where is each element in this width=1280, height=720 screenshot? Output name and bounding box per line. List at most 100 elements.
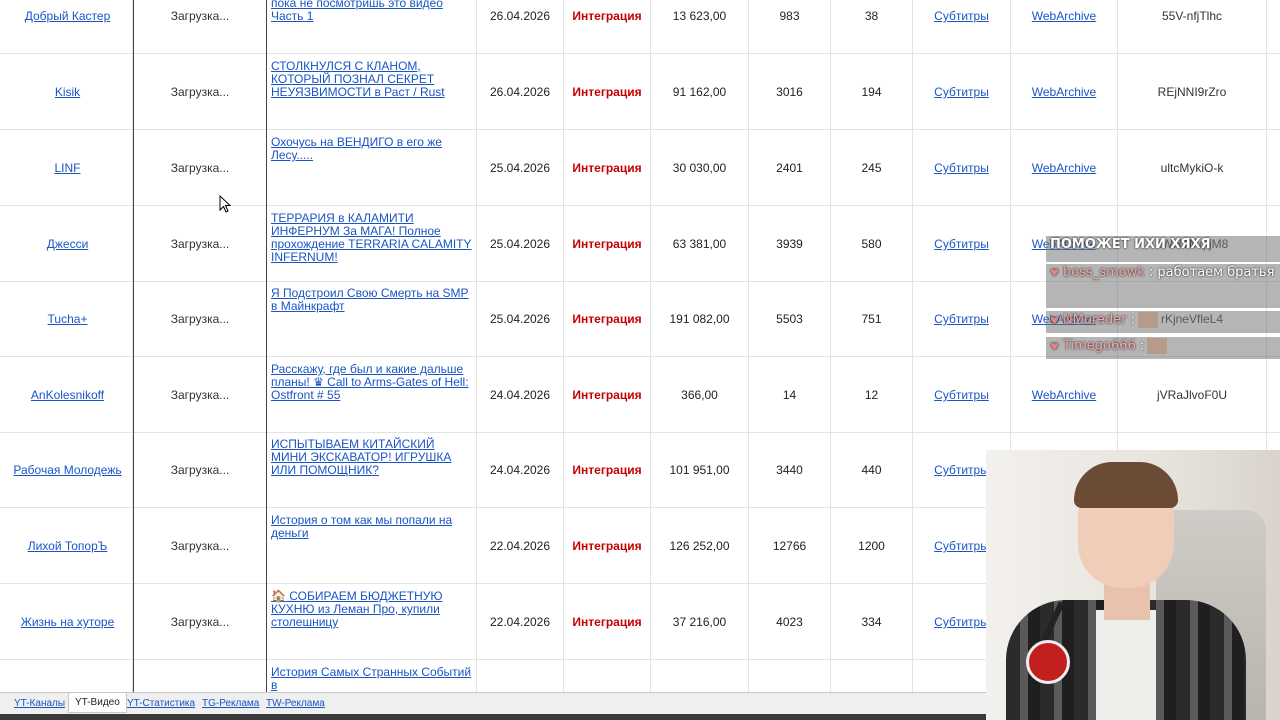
video-title-link[interactable]: 🏠 СОБИРАЕМ БЮДЖЕТНУЮ КУХНЮ из Леман Про,… [271,590,472,629]
views-count: 3016 [776,85,803,99]
webarchive-link[interactable]: WebArchive [1032,161,1096,175]
load-status-cell: Загрузка... [133,357,267,433]
load-status: Загрузка... [170,312,230,326]
channel-link[interactable]: Жизнь на хуторе [21,615,115,629]
video-title-link[interactable]: Охочусь на ВЕНДИГО в его же Лесу..... [271,136,472,162]
table-row: Добрый Кастер Загрузка... НЕ НАЧИНАЙ строи… [0,0,1280,54]
likes-count: 580 [861,237,882,251]
chat-message: ПОМОЖЕТ ИХИ ХЯХЯ [1046,236,1280,262]
publish-date-cell: 25.04.2026 [477,206,564,282]
sheet-tab[interactable]: TG-Реклама [196,696,265,713]
channel-link[interactable]: Джесси [47,237,89,251]
views-count-cell: 983 [749,0,831,54]
subtitles-link-cell: Субтитры [913,0,1011,54]
views-count: 14 [782,388,797,402]
sheet-tab[interactable]: YT-Статистика [121,696,201,713]
chat-text: : работаем братья [1148,265,1275,280]
publish-date-cell: 22.04.2026 [477,584,564,660]
webarchive-link[interactable]: WebArchive [1032,388,1096,402]
integration-status: Интеграция [572,312,642,326]
subtitles-link[interactable]: Субтитры [934,85,989,99]
likes-count-cell: 334 [831,584,913,660]
video-title-link[interactable]: Расскажу, где был и какие дальше планы! … [271,363,472,402]
channel-link[interactable]: Добрый Кастер [25,9,111,23]
heart-icon: ♥ [1050,315,1059,327]
channel-link-cell: Лихой ТопорЪ [3,508,133,584]
load-status: Загрузка... [170,615,230,629]
webarchive-link-cell: WebArchive [1011,0,1118,54]
views-count-cell: 12766 [749,508,831,584]
video-title-link[interactable]: История о том как мы попали на деньги [271,514,472,540]
views-count-cell: 3939 [749,206,831,282]
subtitles-link-cell: Субтитры [913,54,1011,130]
video-id: REjNNI9rZro [1157,85,1227,99]
integration-status-cell: Интеграция [564,54,651,130]
channel-link[interactable]: Лихой ТопорЪ [28,539,108,553]
amount-value-cell: 91 162,00 [651,54,749,130]
subtitles-link[interactable]: Субтитры [934,539,989,553]
channel-link[interactable]: Рабочая Молодежь [13,463,121,477]
subtitles-link[interactable]: Субтитры [934,237,989,251]
video-title-link[interactable]: Я Подстроил Свою Смерть на SMP в Майнкра… [271,287,472,313]
video-title-link[interactable]: НЕ НАЧИНАЙ строить БЕСЕДКУ пока не посмо… [271,0,472,23]
views-count: 12766 [772,539,807,553]
webarchive-link[interactable]: WebArchive [1032,9,1096,23]
channel-link[interactable]: Tucha+ [48,312,88,326]
video-id-cell: ultcMykiO-k [1118,130,1267,206]
sheet-tab[interactable]: TW-Реклама [260,696,331,713]
emote-icon [1147,338,1168,354]
load-status-cell: Загрузка... [133,584,267,660]
views-count-cell: 3440 [749,432,831,508]
video-title-link[interactable]: ИСПЫТЫВАЕМ КИТАЙСКИЙ МИНИ ЭКСКАВАТОР! ИГ… [271,438,472,477]
integration-status: Интеграция [572,539,642,553]
integration-status-cell: Интеграция [564,0,651,54]
video-title-link-cell: Я Подстроил Свою Смерть на SMP в Майнкра… [267,281,477,357]
amount-value: 366,00 [681,388,718,402]
webarchive-link-cell: WebArchive [1011,357,1118,433]
publish-date: 22.04.2026 [489,615,551,629]
load-status-cell: Загрузка... [133,432,267,508]
publish-date-cell: 24.04.2026 [477,432,564,508]
publish-date-cell: 26.04.2026 [477,54,564,130]
subtitles-link[interactable]: Субтитры [934,463,989,477]
publish-date: 25.04.2026 [489,312,551,326]
microphone-icon [1026,640,1070,684]
video-title-link[interactable]: ТЕРРАРИЯ в КАЛАМИТИ ИНФЕРНУМ За МАГА! По… [271,212,472,264]
subtitles-link-cell: Субтитры [913,130,1011,206]
video-title-link-cell: Охочусь на ВЕНДИГО в его же Лесу..... [267,130,477,206]
webarchive-link-cell: WebArchive [1011,54,1118,130]
subtitles-link[interactable]: Субтитры [934,9,989,23]
integration-status: Интеграция [572,615,642,629]
video-title-link-cell: ИСПЫТЫВАЕМ КИТАЙСКИЙ МИНИ ЭКСКАВАТОР! ИГ… [267,432,477,508]
amount-value: 191 082,00 [669,312,730,326]
video-title-link[interactable]: История Самых Странных Событий в [271,666,472,692]
channel-link[interactable]: AnKolesnikoff [31,388,104,402]
streamer-undershirt [1096,610,1156,720]
channel-link-cell: Kisik [3,54,133,130]
channel-link-cell: Добрый Кастер [3,0,133,54]
channel-link[interactable]: LINF [54,161,80,175]
load-status: Загрузка... [170,237,230,251]
webarchive-link[interactable]: WebArchive [1032,85,1096,99]
subtitles-link[interactable]: Субтитры [934,312,989,326]
load-status-cell: Загрузка... [133,0,267,54]
integration-status: Интеграция [572,85,642,99]
amount-value-cell: 126 252,00 [651,508,749,584]
amount-value: 91 162,00 [672,85,727,99]
subtitles-link[interactable]: Субтитры [934,388,989,402]
video-title-link-cell: Расскажу, где был и какие дальше планы! … [267,357,477,433]
video-title-link[interactable]: СТОЛКНУЛСЯ С КЛАНОМ, КОТОРЫЙ ПОЗНАЛ СЕКР… [271,60,472,99]
sheet-tab[interactable]: YT-Каналы [8,696,71,713]
chat-text: : [1139,338,1145,354]
subtitles-link[interactable]: Субтитры [934,615,989,629]
channel-link[interactable]: Kisik [55,85,80,99]
likes-count-cell: 440 [831,432,913,508]
subtitles-link[interactable]: Субтитры [934,161,989,175]
views-count: 3939 [776,237,803,251]
video-id: 55V-nfjTlhc [1161,9,1223,23]
likes-count: 1200 [858,539,885,553]
channel-link-cell: Жизнь на хуторе [3,584,133,660]
table-row: Kisik Загрузка... СТОЛКНУЛСЯ С КЛАНОМ, КОТ… [0,54,1280,130]
sheet-tab[interactable]: YT-Видео [68,693,127,713]
sheet-tab-bar: YT-Каналы YT-Видео YT-Статистика TG-Реклама… [0,692,986,714]
